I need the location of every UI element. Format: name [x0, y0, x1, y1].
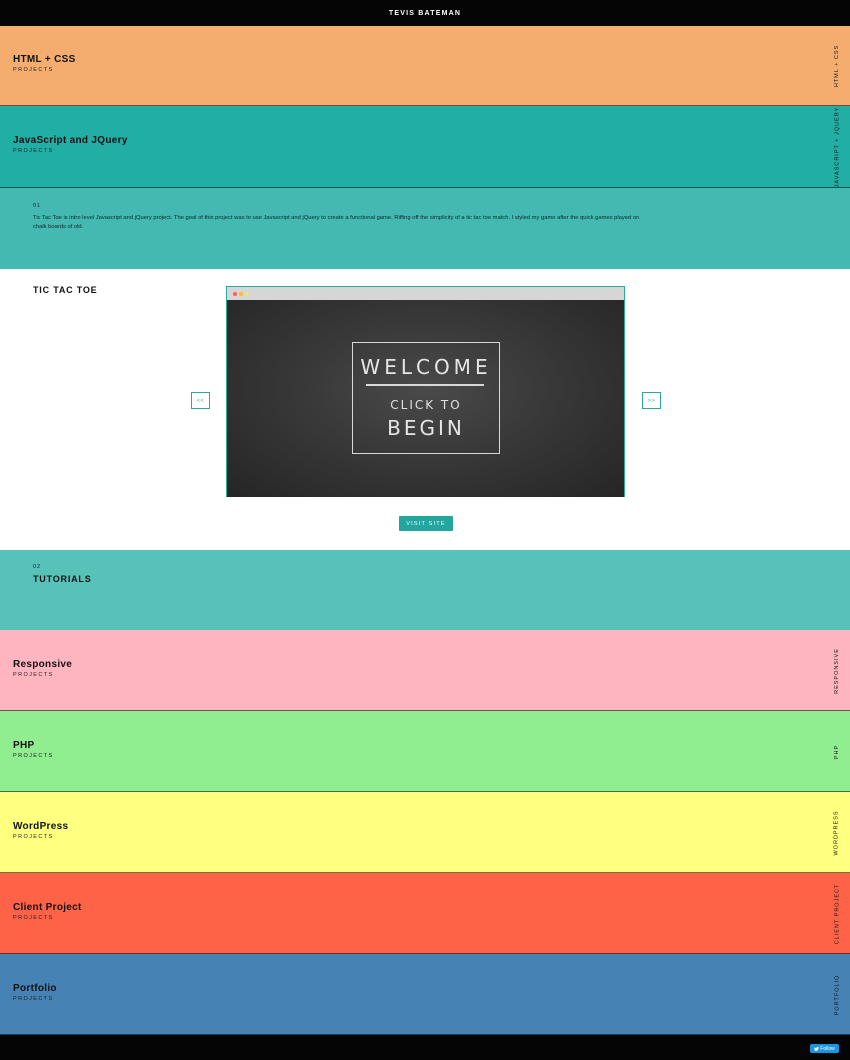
- next-arrow-button[interactable]: >>: [642, 392, 661, 409]
- maximize-dot-icon: [245, 292, 249, 296]
- follow-label: Follow: [820, 1045, 835, 1052]
- site-name[interactable]: TEVIS BATEMAN: [389, 10, 461, 17]
- section-subtitle: PROJECTS: [13, 148, 54, 154]
- section-side-label: PORTFOLIO: [834, 974, 840, 1015]
- section-wordpress[interactable]: WordPress PROJECTS WORDPRESS: [0, 792, 850, 873]
- section-side-label: CLIENT PROJECT: [834, 883, 840, 944]
- section-side-label: PHP: [834, 744, 840, 759]
- section-subtitle: PROJECTS: [13, 672, 54, 678]
- site-footer: Follow: [0, 1035, 850, 1060]
- project-screenshot[interactable]: WELCOME CLICK TO BEGIN: [226, 286, 625, 497]
- section-side-label: RESPONSIVE: [834, 647, 841, 694]
- tutorials-title: TUTORIALS: [33, 574, 92, 584]
- chalkboard-image: WELCOME CLICK TO BEGIN: [227, 300, 624, 497]
- section-responsive[interactable]: Responsive PROJECTS RESPONSIVE: [0, 630, 850, 711]
- section-side-label: WORDPRESS: [834, 809, 840, 856]
- project-title: TIC TAC TOE: [33, 285, 98, 295]
- section-portfolio[interactable]: Portfolio PROJECTS PORTFOLIO: [0, 954, 850, 1035]
- section-subtitle: PROJECTS: [13, 753, 54, 759]
- section-subtitle: PROJECTS: [13, 834, 54, 840]
- section-php[interactable]: PHP PROJECTS PHP: [0, 711, 850, 792]
- section-title: Client Project: [13, 902, 82, 913]
- project-description: Tic Tac Toe is intro level Javascript an…: [33, 215, 640, 230]
- section-side-label: JAVASCRIPT + JQUERY: [834, 106, 840, 188]
- section-title: HTML + CSS: [13, 54, 76, 65]
- project-number: 01: [33, 203, 42, 209]
- chalk-frame: WELCOME CLICK TO BEGIN: [352, 342, 500, 454]
- browser-toolbar: [227, 287, 624, 300]
- section-title: Responsive: [13, 659, 73, 670]
- section-subtitle: PROJECTS: [13, 67, 54, 73]
- visit-site-button[interactable]: VISIT SITE: [399, 516, 453, 531]
- prev-arrow-button[interactable]: <<: [191, 392, 210, 409]
- section-side-label: HTML + CSS: [834, 44, 841, 88]
- chalk-click-text: CLICK TO: [390, 398, 462, 412]
- section-javascript-jquery[interactable]: JavaScript and JQuery PROJECTS JAVASCRIP…: [0, 106, 850, 188]
- section-client-project[interactable]: Client Project PROJECTS CLIENT PROJECT: [0, 873, 850, 954]
- tutorials-panel[interactable]: [0, 550, 850, 630]
- twitter-bird-icon: [814, 1046, 820, 1051]
- section-subtitle: PROJECTS: [13, 996, 54, 1002]
- section-html-css[interactable]: HTML + CSS PROJECTS HTML + CSS: [0, 26, 850, 106]
- section-title: PHP: [13, 740, 35, 751]
- twitter-follow-button[interactable]: Follow: [810, 1044, 839, 1053]
- chalk-underline: [366, 384, 484, 386]
- section-subtitle: PROJECTS: [13, 915, 54, 921]
- section-title: JavaScript and JQuery: [13, 135, 128, 146]
- minimize-dot-icon: [239, 292, 243, 296]
- site-header: TEVIS BATEMAN: [0, 0, 850, 26]
- section-title: Portfolio: [13, 983, 57, 994]
- chalk-welcome-text: WELCOME: [360, 355, 492, 379]
- chalk-begin-text: BEGIN: [387, 416, 465, 440]
- section-title: WordPress: [13, 821, 69, 832]
- close-dot-icon: [233, 292, 237, 296]
- tutorials-number: 02: [33, 564, 42, 570]
